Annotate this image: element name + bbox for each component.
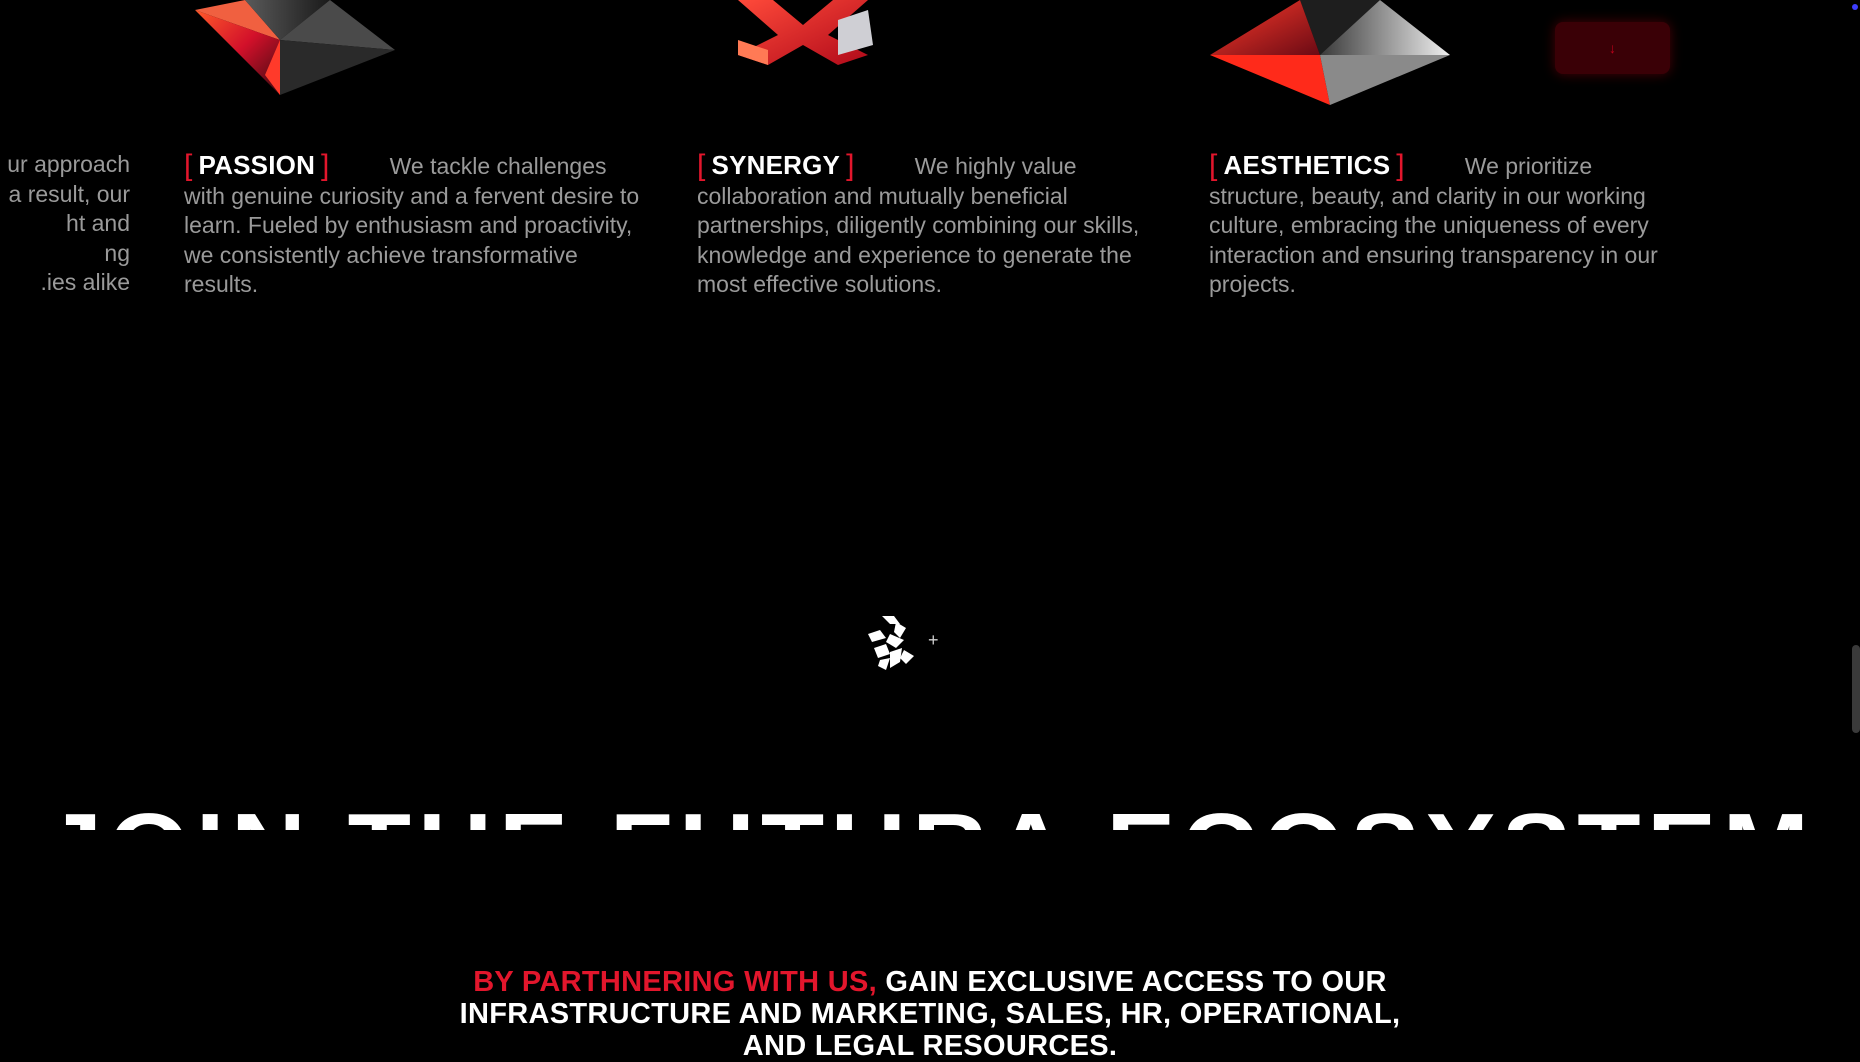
pyramid-shape-aesthetics — [1210, 0, 1450, 105]
value-lead: We prioritize — [1464, 153, 1593, 179]
value-card-passion: [PASSION] We tackle challenges with genui… — [184, 150, 644, 300]
futura-logo[interactable]: + — [860, 612, 940, 672]
partner-statement: BY PARTHNERING WITH US, GAIN EXCLUSIVE A… — [0, 966, 1860, 1062]
partner-line2: INFRASTRUCTURE AND MARKETING, SALES, HR,… — [459, 998, 1401, 1030]
value-card-synergy: [SYNERGY] We highly value collaboration a… — [697, 150, 1157, 300]
join-heading: JOIN THE FUTURA ECOSYSTEM — [0, 800, 1860, 831]
value-title: [SYNERGY] — [697, 149, 855, 182]
scroll-down-button[interactable]: ↓ — [1555, 22, 1670, 74]
value-text: structure, beauty, and clarity in our wo… — [1209, 182, 1658, 298]
partner-line3: AND LEGAL RESOURCES. — [742, 1030, 1118, 1062]
value-lead: We tackle challenges — [389, 153, 607, 179]
page: ↓ ur approach a result, our ht and ng ie… — [0, 0, 1860, 1062]
partner-highlight: BY PARTHNERING WITH US, — [473, 966, 877, 998]
status-dot — [1852, 4, 1858, 10]
scrollbar-thumb[interactable] — [1852, 645, 1860, 733]
value-lead: We highly value — [914, 153, 1077, 179]
futura-logo-icon — [868, 616, 914, 670]
value-title: [AESTHETICS] — [1209, 149, 1405, 182]
partner-line1: GAIN EXCLUSIVE ACCESS TO OUR — [876, 966, 1387, 998]
arrow-down-icon: ↓ — [1609, 40, 1616, 56]
cross-shape-synergy — [738, 0, 873, 65]
partial-line: ur approach — [7, 151, 130, 177]
join-heading-clip: JOIN THE FUTURA ECOSYSTEM — [0, 780, 1860, 831]
partial-line: a result, our — [8, 180, 130, 207]
value-title: [PASSION] — [184, 149, 330, 182]
value-text: collaboration and mutually beneficial pa… — [697, 182, 1140, 298]
plus-icon: + — [928, 630, 939, 650]
star-shape-passion — [195, 0, 395, 95]
partial-line: ng — [104, 239, 130, 266]
partial-line: ht and — [66, 210, 130, 236]
partial-line: ies alike. — [40, 269, 131, 295]
partial-value-card: ur approach a result, our ht and ng ies … — [0, 150, 130, 298]
value-card-aesthetics: [AESTHETICS] We prioritize structure, bea… — [1209, 150, 1669, 300]
value-text: with genuine curiosity and a fervent des… — [184, 182, 640, 298]
